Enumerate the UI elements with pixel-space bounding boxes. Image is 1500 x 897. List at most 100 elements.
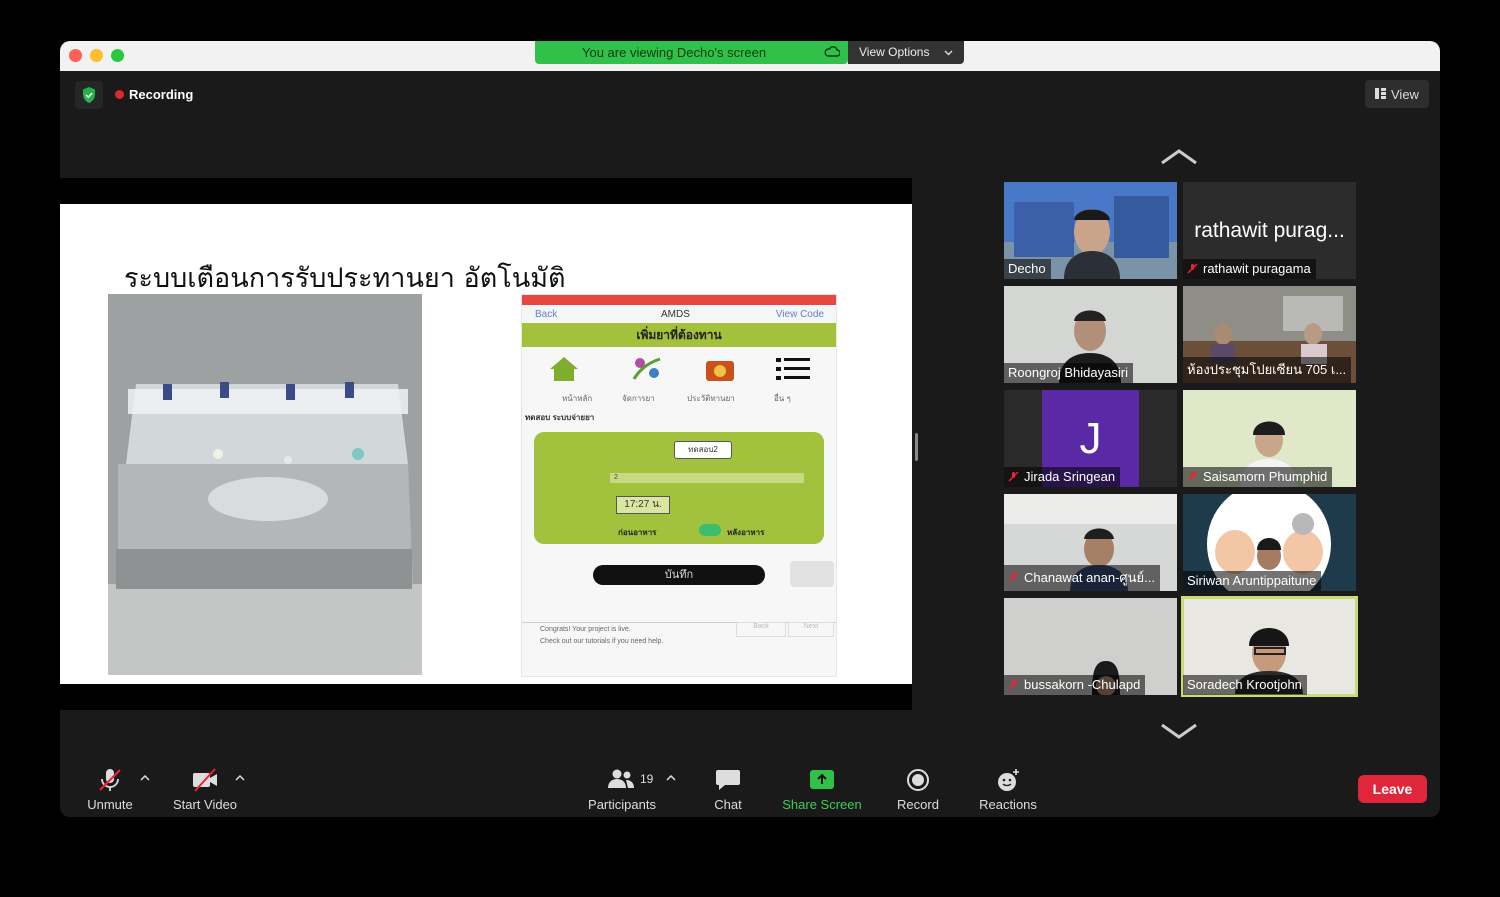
chat-bubble-icon: [716, 770, 740, 790]
slide-title: ระบบเตือนการรับประทานยา อัตโนมัติ: [124, 263, 566, 294]
leave-button[interactable]: Leave: [1358, 775, 1427, 803]
med-name-field: ทดสอบ2: [674, 441, 732, 459]
congrats-text: Congrats! Your project is live.: [540, 626, 631, 633]
before-meal-label: ก่อนอาหาร: [618, 528, 657, 537]
reaction-smiley-icon: [998, 769, 1019, 791]
participants-icon: [608, 769, 634, 788]
section-label: ทดสอบ ระบบจ่ายยา: [525, 413, 595, 422]
participants-caret-icon[interactable]: [666, 775, 676, 781]
audio-options-caret-icon[interactable]: [140, 775, 150, 781]
shared-screen: ระบบเตือนการรับประทานยา อัตโนมัติ Back A…: [60, 178, 912, 710]
back-link: Back: [535, 309, 558, 320]
participant-name: Jirada Sringean: [1004, 467, 1121, 487]
participant-name: Roongroj Bhidayasiri: [1004, 363, 1133, 383]
view-options-button[interactable]: View Options: [848, 41, 964, 64]
tutorial-text: Check out our tutorials if you need help…: [540, 638, 664, 645]
participant-name: Soradech Krootjohn: [1183, 675, 1307, 695]
next-button: Next: [788, 622, 834, 637]
unmute-button[interactable]: Unmute: [78, 760, 142, 817]
cloud-icon: [824, 46, 840, 57]
participant-name: Decho: [1004, 259, 1051, 279]
video-tile[interactable]: ห้องประชุมโปยเซียน 705 เ...: [1183, 286, 1356, 383]
participant-name: ห้องประชุมโปยเซียน 705 เ...: [1183, 357, 1352, 383]
chat-label: Chat: [714, 797, 742, 812]
tab-manage-label: จัดการยา: [622, 394, 655, 403]
home-icon: [550, 357, 578, 381]
app-header: เพิ่มยาที่ต้องทาน: [522, 323, 836, 347]
participants-button[interactable]: 19 Participants: [582, 760, 662, 817]
record-icon: [907, 769, 929, 791]
maximize-window-button[interactable]: [111, 49, 124, 62]
video-tile[interactable]: Decho: [1004, 182, 1177, 279]
record-button[interactable]: Record: [890, 760, 946, 817]
view-button[interactable]: View: [1365, 80, 1429, 108]
split-resize-handle[interactable]: [915, 433, 918, 461]
app-name: AMDS: [661, 309, 690, 320]
video-tile[interactable]: J Jirada Sringean: [1004, 390, 1177, 487]
dispenser-illustration: [108, 294, 422, 675]
active-speaker-tile[interactable]: Soradech Krootjohn: [1181, 596, 1358, 697]
participant-name: Chanawat anan-ศูนย์...: [1004, 565, 1160, 591]
view-code-link: View Code: [775, 309, 824, 320]
app-nav-bar: Back AMDS View Code: [522, 305, 836, 323]
chevron-down-icon[interactable]: [1160, 722, 1198, 740]
tab-home-label: หน้าหลัก: [562, 394, 593, 403]
share-screen-button[interactable]: Share Screen: [777, 760, 867, 817]
start-video-button[interactable]: Start Video: [164, 760, 246, 817]
chat-button[interactable]: Chat: [703, 760, 753, 817]
view-label: View: [1391, 87, 1419, 102]
participant-count: 19: [640, 772, 654, 786]
video-options-caret-icon[interactable]: [235, 775, 245, 781]
tab-history-label: ประวัติทานยา: [687, 394, 735, 403]
screen-share-banner: You are viewing Decho's screen: [535, 41, 848, 64]
video-tile[interactable]: Roongroj Bhidayasiri: [1004, 286, 1177, 383]
app-screenshot: Back AMDS View Code เพิ่มยาที่ต้องทาน หน…: [521, 294, 837, 677]
view-options-label: View Options: [859, 45, 930, 59]
chevron-down-icon: [944, 50, 953, 56]
start-video-label: Start Video: [172, 797, 238, 812]
participants-label: Participants: [588, 797, 656, 812]
muted-mic-icon: [1008, 471, 1019, 482]
title-bar: You are viewing Decho's screen View Opti…: [60, 41, 1440, 71]
video-tile[interactable]: Saisamorn Phumphid: [1183, 390, 1356, 487]
muted-mic-icon: [1187, 471, 1198, 482]
time-field: 17:27 น.: [616, 496, 670, 514]
video-off-icon: [193, 768, 217, 792]
save-button: บันทึก: [593, 565, 765, 585]
status-bar: [522, 295, 836, 305]
share-screen-label: Share Screen: [782, 797, 862, 812]
zoom-window: You are viewing Decho's screen View Opti…: [60, 41, 1440, 817]
participant-big-name: rathawit purag...: [1194, 219, 1345, 242]
participant-name: rathawit puragama: [1183, 259, 1316, 279]
muted-mic-icon: [1187, 263, 1198, 274]
menu-list-icon: [776, 358, 810, 380]
qty-field: 2: [610, 473, 804, 483]
video-tile[interactable]: Siriwan Aruntippaitune: [1183, 494, 1356, 591]
banner-text: You are viewing Decho's screen: [582, 45, 767, 60]
form-card: ทดสอบ2 2 17:27 น. ก่อนอาหาร หลังอาหาร: [534, 432, 824, 544]
chevron-up-icon[interactable]: [1160, 148, 1198, 166]
participant-name: Siriwan Aruntippaitune: [1183, 571, 1322, 591]
close-window-button[interactable]: [69, 49, 82, 62]
leave-label: Leave: [1372, 781, 1413, 797]
gray-button: [790, 561, 834, 587]
grid-view-icon: [1375, 88, 1386, 99]
recording-label: Recording: [129, 87, 194, 102]
unmute-label: Unmute: [87, 797, 133, 812]
shield-check-icon: [83, 87, 95, 103]
after-meal-label: หลังอาหาร: [727, 528, 765, 537]
recording-indicator[interactable]: Recording: [115, 87, 193, 102]
meeting-toolbar: Unmute Start Video 19 Participants Chat …: [60, 760, 1440, 817]
back-button: Back: [736, 622, 786, 637]
participant-name: Saisamorn Phumphid: [1183, 467, 1333, 487]
security-badge[interactable]: [75, 81, 103, 109]
video-tile[interactable]: Chanawat anan-ศูนย์...: [1004, 494, 1177, 591]
history-icon: [706, 361, 734, 381]
minimize-window-button[interactable]: [90, 49, 103, 62]
record-dot-icon: [115, 90, 124, 99]
video-tile[interactable]: rathawit purag... rathawit puragama: [1183, 182, 1356, 279]
reactions-button[interactable]: Reactions: [973, 760, 1043, 817]
presentation-slide: ระบบเตือนการรับประทานยา อัตโนมัติ Back A…: [60, 204, 912, 684]
video-tile[interactable]: bussakorn -Chulapd: [1004, 598, 1177, 695]
muted-mic-icon: [1008, 679, 1019, 690]
